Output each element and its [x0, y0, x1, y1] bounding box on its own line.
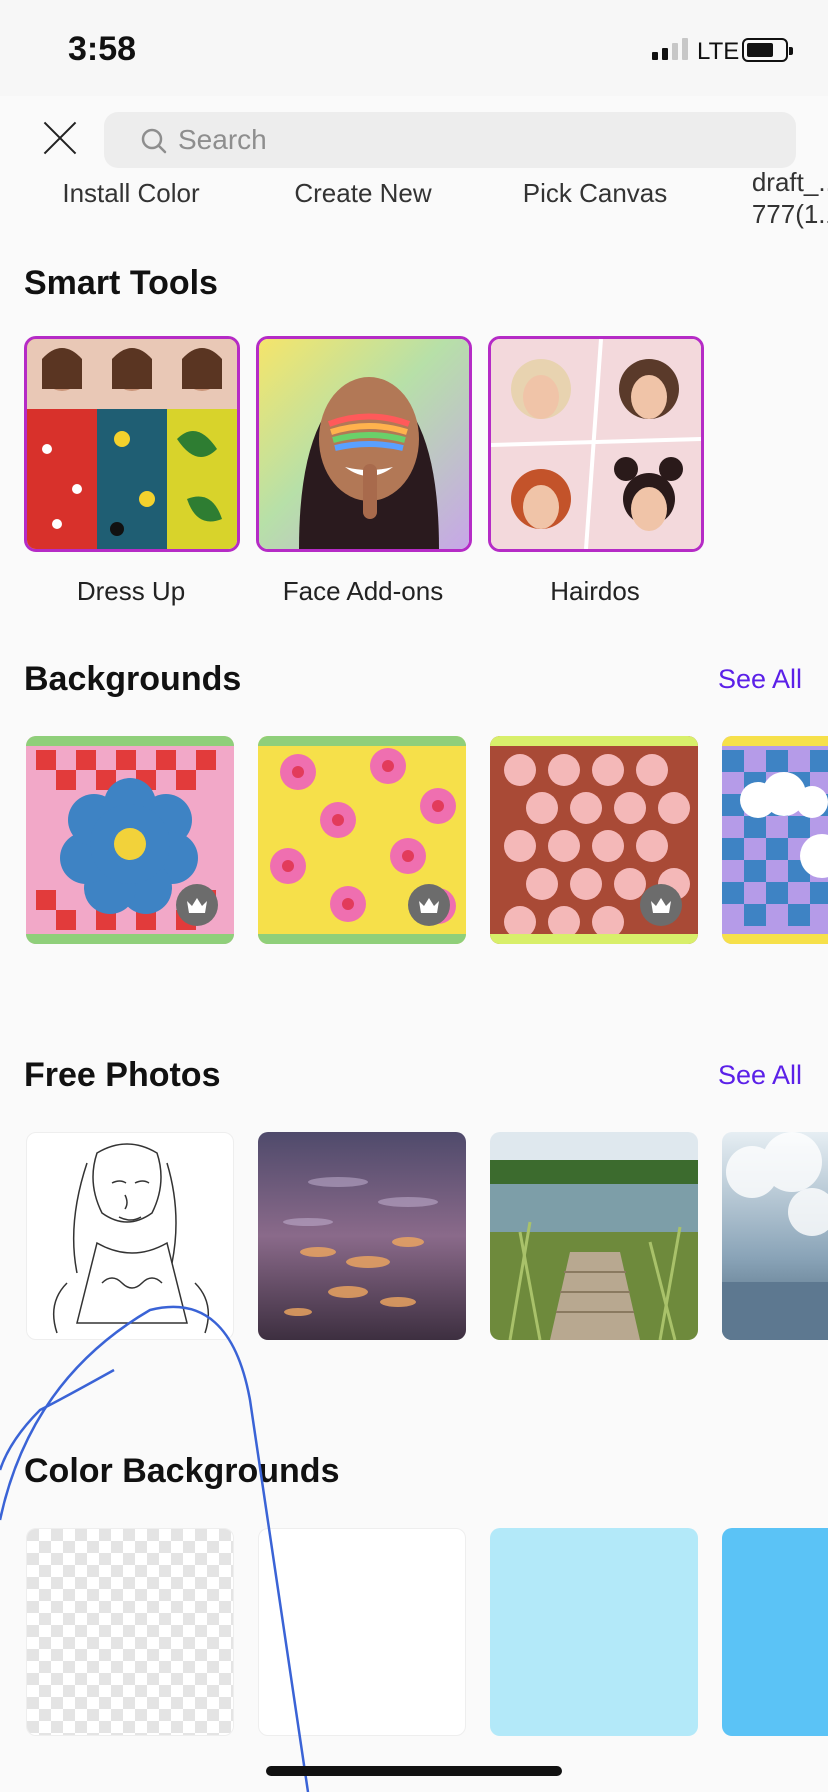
crown-icon: [187, 898, 207, 913]
free-photos-see-all-link[interactable]: See All: [718, 1060, 802, 1091]
free-photo-sky[interactable]: [722, 1132, 828, 1340]
section-title-color-backgrounds: Color Backgrounds: [24, 1452, 340, 1490]
free-photo-sketch[interactable]: [26, 1132, 234, 1340]
transparent-checker: [27, 1529, 233, 1735]
top-row-item-create-new[interactable]: Create New: [256, 178, 470, 209]
background-tile-polka-dots[interactable]: [490, 736, 698, 944]
premium-crown-badge: [176, 884, 218, 926]
top-row-item-install-color[interactable]: Install Color: [24, 178, 238, 209]
tool-label-hairdos: Hairdos: [550, 576, 640, 606]
dress-up-image: [27, 339, 237, 549]
tool-label-dress-up: Dress Up: [76, 576, 186, 606]
top-row-item-draft[interactable]: draft_... 777(1.1: [720, 166, 828, 230]
network-label: LTE: [697, 38, 740, 65]
signal-icon: [652, 38, 688, 60]
free-photo-sunset-water[interactable]: [258, 1132, 466, 1340]
close-button[interactable]: [40, 118, 80, 158]
search-box[interactable]: [104, 112, 796, 168]
section-title-smart-tools: Smart Tools: [24, 264, 218, 302]
section-title-free-photos: Free Photos: [24, 1056, 221, 1094]
tool-label-face-add-ons: Face Add-ons: [282, 576, 444, 606]
color-tile-transparent[interactable]: [26, 1528, 234, 1736]
premium-crown-badge: [408, 884, 450, 926]
top-row-item-pick-canvas[interactable]: Pick Canvas: [488, 178, 702, 209]
tool-tile-hairdos[interactable]: [488, 336, 704, 552]
crown-icon: [651, 898, 671, 913]
color-tile-blue[interactable]: [722, 1528, 828, 1736]
color-tile-white[interactable]: [258, 1528, 466, 1736]
free-photo-lake-dock[interactable]: [490, 1132, 698, 1340]
premium-crown-badge: [640, 884, 682, 926]
sketch-photo: [52, 1143, 210, 1334]
draft-label-line2: 777(1.1: [751, 199, 828, 229]
search-bar-row: [0, 96, 828, 186]
search-icon: [141, 128, 167, 154]
search-input[interactable]: [178, 120, 758, 160]
sky-photo: [722, 1132, 828, 1340]
lake-dock-photo: [490, 1132, 698, 1340]
background-tile-pink-flowers[interactable]: [258, 736, 466, 944]
background-tile-clouds-check[interactable]: [722, 736, 828, 944]
tool-tile-dress-up[interactable]: [24, 336, 240, 552]
backgrounds-see-all-link[interactable]: See All: [718, 664, 802, 695]
tool-tile-face-add-ons[interactable]: [256, 336, 472, 552]
clouds-check-pattern: [722, 736, 828, 944]
crown-icon: [419, 898, 439, 913]
color-tile-light-blue[interactable]: [490, 1528, 698, 1736]
status-bar: 3:58 LTE: [0, 0, 828, 96]
section-title-backgrounds: Backgrounds: [24, 660, 242, 698]
status-time: 3:58: [68, 30, 137, 68]
sunset-water-photo: [258, 1132, 466, 1340]
home-indicator[interactable]: [266, 1766, 562, 1776]
draft-label-line1: draft_...: [751, 167, 828, 197]
background-tile-flower-check[interactable]: [26, 736, 234, 944]
hairdos-image: [491, 339, 701, 549]
battery-icon: [742, 38, 793, 62]
face-add-ons-image: [259, 339, 469, 549]
